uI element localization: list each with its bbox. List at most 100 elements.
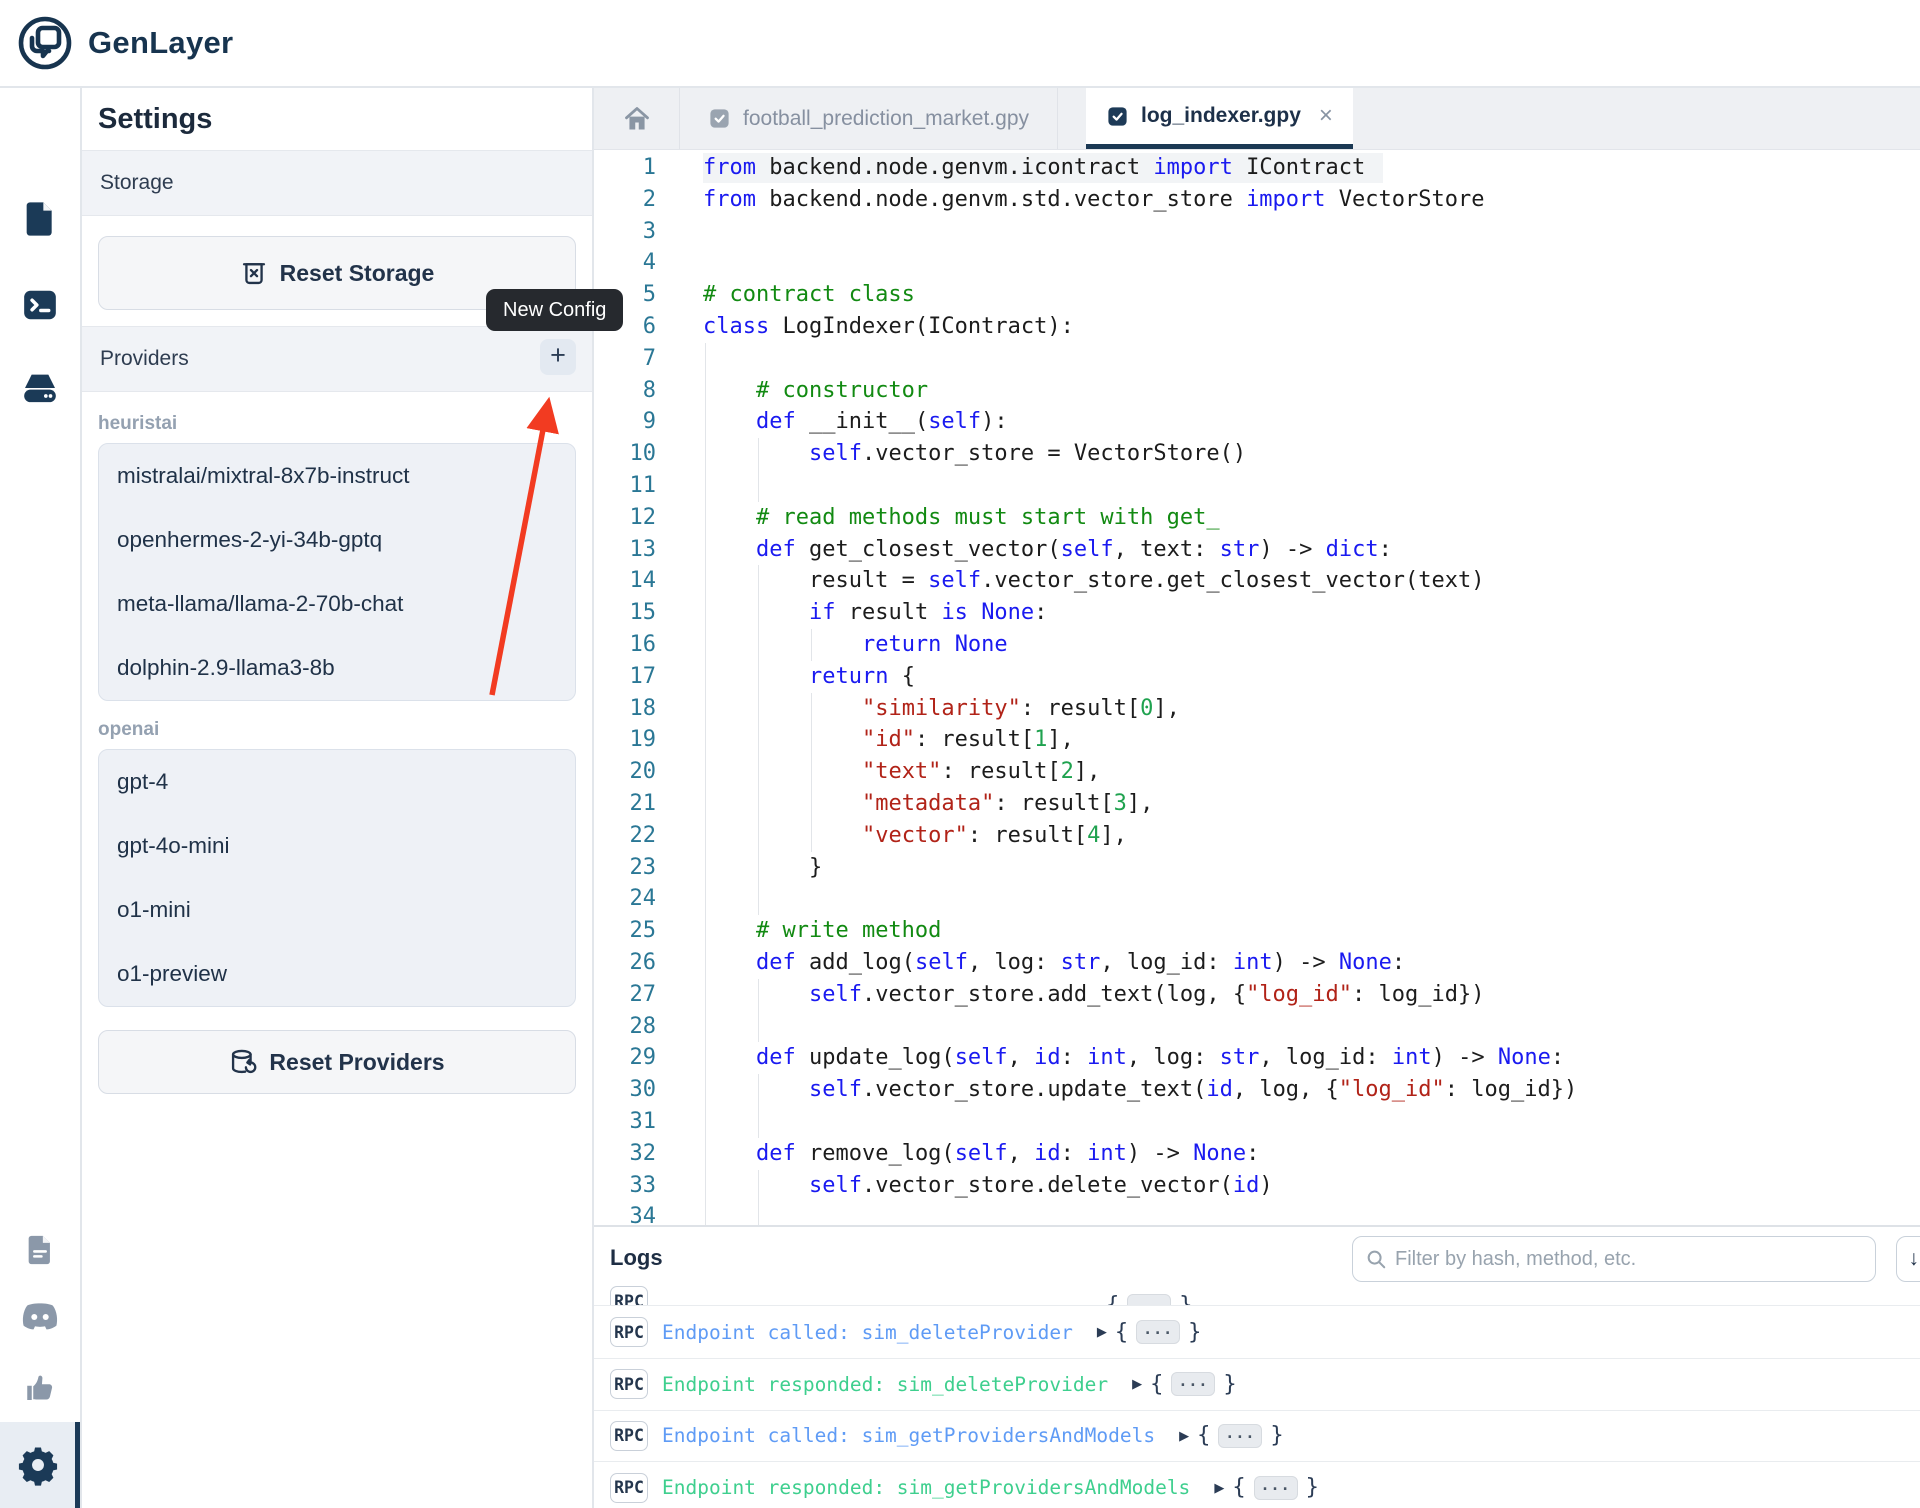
files-icon[interactable] bbox=[0, 198, 80, 240]
code-line: 32 def remove_log(self, id: int) -> None… bbox=[594, 1138, 1920, 1170]
line-number: 9 bbox=[594, 406, 676, 438]
reset-providers-button[interactable]: Reset Providers bbox=[98, 1030, 576, 1094]
code-line: 5# contract class bbox=[594, 279, 1920, 311]
rpc-badge: RPC bbox=[610, 1473, 648, 1503]
code-line: 7 bbox=[594, 343, 1920, 375]
providers-label: Providers bbox=[100, 347, 189, 371]
line-number: 23 bbox=[594, 852, 676, 884]
close-brace: } bbox=[1188, 1320, 1201, 1345]
model-item[interactable]: openhermes-2-yi-34b-gptq bbox=[99, 508, 575, 572]
rpc-badge: RPC bbox=[610, 1369, 648, 1399]
home-icon bbox=[623, 105, 651, 133]
line-number: 17 bbox=[594, 661, 676, 693]
close-brace: } bbox=[1270, 1423, 1283, 1448]
model-item[interactable]: mistralai/mixtral-8x7b-instruct bbox=[99, 444, 575, 508]
expand-arrow-icon[interactable]: ▶ bbox=[1214, 1480, 1224, 1496]
log-row[interactable]: RPCEndpoint responded: sim_getProvidersA… bbox=[594, 1462, 1920, 1508]
model-item[interactable]: gpt-4 bbox=[99, 750, 575, 814]
line-number: 27 bbox=[594, 979, 676, 1011]
home-tab[interactable] bbox=[594, 88, 680, 149]
terminal-icon[interactable] bbox=[0, 286, 80, 324]
code-line: 28 bbox=[594, 1011, 1920, 1043]
line-number: 32 bbox=[594, 1138, 676, 1170]
close-brace: } bbox=[1306, 1475, 1319, 1500]
brand-name: GenLayer bbox=[88, 25, 233, 61]
code-line: 31 bbox=[594, 1106, 1920, 1138]
provider-group-label: openai bbox=[98, 719, 576, 741]
log-message: Endpoint responded: sim_deleteProvider bbox=[662, 1373, 1108, 1396]
file-check-icon bbox=[1106, 105, 1129, 128]
provider-group-label: heuristai bbox=[98, 413, 576, 435]
settings-gear-active[interactable] bbox=[0, 1422, 80, 1508]
model-item[interactable]: meta-llama/llama-2-70b-chat bbox=[99, 572, 575, 636]
code-area[interactable]: 1from backend.node.genvm.icontract impor… bbox=[594, 150, 1920, 1225]
log-row[interactable]: RPCEndpoint called: sim_getProvidersAndM… bbox=[594, 1411, 1920, 1463]
code-editor: football_prediction_market.gpy log_index… bbox=[594, 88, 1920, 1225]
close-icon[interactable]: × bbox=[1319, 102, 1333, 130]
line-number: 15 bbox=[594, 597, 676, 629]
editor-tab-bar: football_prediction_market.gpy log_index… bbox=[594, 88, 1920, 150]
log-filter bbox=[1352, 1236, 1876, 1282]
discord-icon[interactable] bbox=[0, 1300, 80, 1334]
code-line: 1from backend.node.genvm.icontract impor… bbox=[594, 152, 1920, 184]
expand-arrow-icon[interactable]: ▶ bbox=[1097, 1324, 1107, 1340]
code-line: 33 self.vector_store.delete_vector(id) bbox=[594, 1170, 1920, 1202]
ellipsis-button[interactable]: ... bbox=[1171, 1372, 1215, 1396]
expand-arrow-icon[interactable]: ▶ bbox=[1179, 1428, 1189, 1444]
log-row[interactable]: RPCEndpoint called: sim_deleteProvider▶{… bbox=[594, 1307, 1920, 1359]
line-number: 34 bbox=[594, 1201, 676, 1225]
code-line: 14 result = self.vector_store.get_closes… bbox=[594, 565, 1920, 597]
open-brace: { bbox=[1197, 1423, 1210, 1448]
line-number: 4 bbox=[594, 247, 676, 279]
harddrive-icon[interactable] bbox=[0, 368, 80, 408]
add-provider-button[interactable]: + bbox=[540, 339, 576, 375]
line-number: 22 bbox=[594, 820, 676, 852]
line-number: 19 bbox=[594, 724, 676, 756]
code-line: 22 "vector": result[4], bbox=[594, 820, 1920, 852]
line-number: 21 bbox=[594, 788, 676, 820]
code-line: 23 } bbox=[594, 852, 1920, 884]
log-message: Endpoint called: sim_getProvidersAndMode… bbox=[662, 1424, 1155, 1447]
model-item[interactable]: gpt-4o-mini bbox=[99, 814, 575, 878]
thumbsup-icon[interactable] bbox=[0, 1370, 80, 1406]
file-check-icon bbox=[708, 107, 731, 130]
ellipsis-button[interactable]: ... bbox=[1136, 1320, 1180, 1344]
log-row[interactable]: RPC Endpoint responded: sim_deleteProvide… bbox=[594, 1359, 1920, 1411]
code-line: 19 "id": result[1], bbox=[594, 724, 1920, 756]
ellipsis-button[interactable]: ... bbox=[1218, 1424, 1262, 1448]
model-item[interactable]: dolphin-2.9-llama3-8b bbox=[99, 636, 575, 700]
code-line: 13 def get_closest_vector(self, text: st… bbox=[594, 534, 1920, 566]
log-message: Endpoint called: sim_deleteProvider bbox=[662, 1321, 1073, 1344]
docs-icon[interactable] bbox=[0, 1232, 80, 1268]
log-list: RPC Endpoint called: sim_deleteProvider ▶ {… bbox=[594, 1307, 1920, 1508]
tab-football-prediction-market[interactable]: football_prediction_market.gpy bbox=[680, 88, 1058, 149]
search-icon bbox=[1365, 1248, 1387, 1270]
reset-providers-label: Reset Providers bbox=[269, 1049, 444, 1076]
logs-panel: Logs ↓↑ RPC { ... } RPCEndpoint called: … bbox=[594, 1225, 1920, 1508]
trash-box-icon bbox=[240, 259, 268, 287]
genlayer-logo bbox=[14, 12, 76, 74]
line-number: 33 bbox=[594, 1170, 676, 1202]
ellipsis-button[interactable]: ... bbox=[1127, 1294, 1171, 1307]
ellipsis-button[interactable]: ... bbox=[1254, 1476, 1298, 1500]
code-line: 8 # constructor bbox=[594, 375, 1920, 407]
tab-log-indexer[interactable]: log_indexer.gpy × bbox=[1086, 88, 1353, 149]
code-line: 15 if result is None: bbox=[594, 597, 1920, 629]
line-number: 20 bbox=[594, 756, 676, 788]
code-line: 25 # write method bbox=[594, 915, 1920, 947]
line-number: 16 bbox=[594, 629, 676, 661]
expand-arrow-icon[interactable]: ▶ bbox=[1132, 1376, 1142, 1392]
sort-button[interactable]: ↓↑ bbox=[1896, 1236, 1920, 1282]
gear-icon bbox=[17, 1444, 59, 1486]
code-line: 27 self.vector_store.add_text(log, {"log… bbox=[594, 979, 1920, 1011]
model-item[interactable]: o1-mini bbox=[99, 878, 575, 942]
code-line: 26 def add_log(self, log: str, log_id: i… bbox=[594, 947, 1920, 979]
model-item[interactable]: o1-preview bbox=[99, 942, 575, 1006]
logs-title: Logs bbox=[610, 1227, 663, 1289]
line-number: 29 bbox=[594, 1042, 676, 1074]
model-card: gpt-4gpt-4o-minio1-minio1-preview bbox=[98, 749, 576, 1007]
line-number: 30 bbox=[594, 1074, 676, 1106]
log-filter-input[interactable] bbox=[1395, 1248, 1863, 1271]
model-card: mistralai/mixtral-8x7b-instructopenherme… bbox=[98, 443, 576, 701]
tab-label: football_prediction_market.gpy bbox=[743, 107, 1029, 131]
